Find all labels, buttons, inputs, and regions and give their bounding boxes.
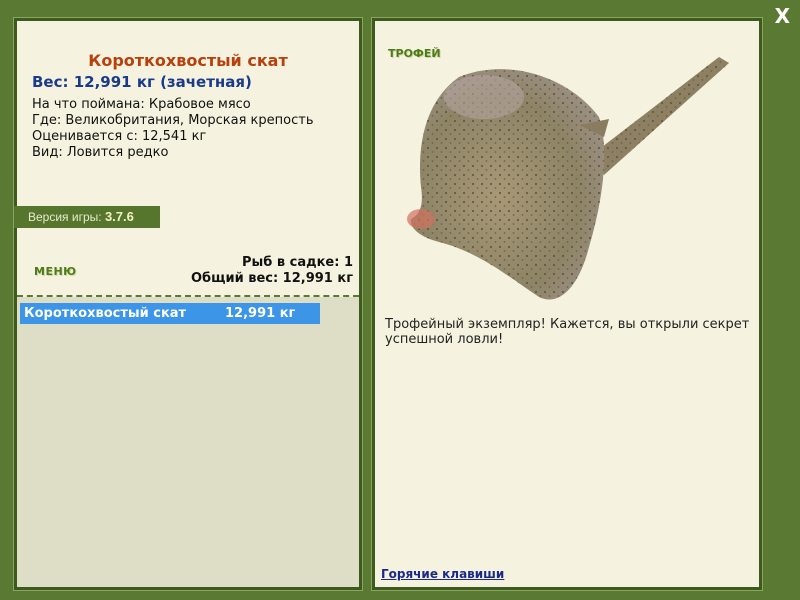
list-item-name: Короткохвостый скат <box>24 306 187 321</box>
close-button[interactable]: X <box>775 6 790 26</box>
close-icon[interactable]: X <box>775 4 790 28</box>
hotkeys-link[interactable]: Горячие клавиши <box>381 567 504 581</box>
version-bar: Версия игры: 3.7.6 <box>14 206 160 228</box>
trophy-description: Трофейный экземпляр! Кажется, вы открыли… <box>385 317 750 347</box>
fish-count: Рыб в садке: 1 <box>241 255 353 270</box>
list-item-weight: 12,991 кг <box>225 306 296 321</box>
list-item[interactable]: Короткохвостый скат 12,991 кг <box>20 303 320 324</box>
total-weight: Общий вес: 12,991 кг <box>190 271 353 286</box>
rarity-info: Вид: Ловится редко <box>32 145 169 160</box>
fish-title: Короткохвостый скат <box>88 51 288 70</box>
menu-button[interactable]: МЕНЮ <box>34 265 77 278</box>
fish-details: На что поймана: Крабовое мясо Где: Велик… <box>32 97 313 161</box>
version-value: 3.7.6 <box>104 209 134 224</box>
rated-from-info: Оценивается с: 12,541 кг <box>32 129 207 144</box>
keepnet-stats: Рыб в садке: 1 Общий вес: 12,991 кг <box>191 255 353 287</box>
version-label: Версия игры: <box>28 210 102 224</box>
trophy-label: ТРОФЕЙ <box>388 47 441 60</box>
fish-info-panel: Короткохвостый скат Вес: 12,991 кг (заче… <box>13 17 363 591</box>
catch-list: Короткохвостый скат 12,991 кг <box>17 297 359 587</box>
ray-fish-image <box>407 57 729 300</box>
fish-weight: Вес: 12,991 кг (зачетная) <box>32 73 252 91</box>
location-info: Где: Великобритания, Морская крепость <box>32 113 314 128</box>
bait-info: На что поймана: Крабовое мясо <box>32 97 251 112</box>
trophy-panel: ТРОФЕЙ Трофейный экземпляр! Кажется, вы … <box>371 17 763 591</box>
